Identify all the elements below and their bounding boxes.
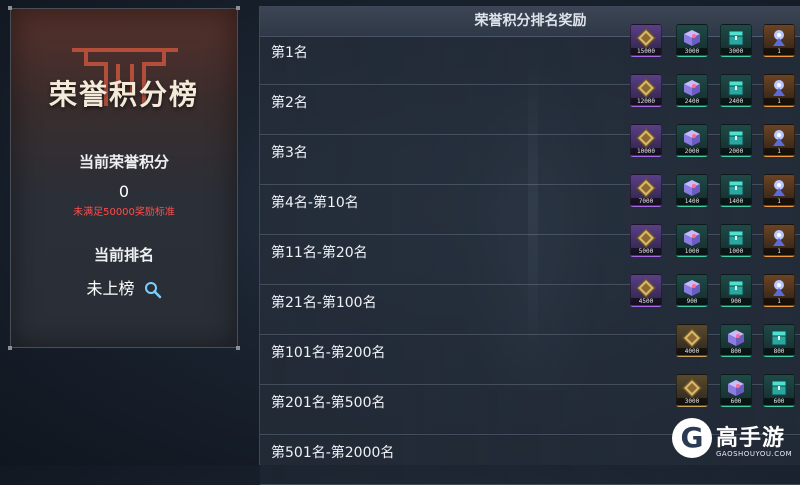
watermark-brand: 高手游 [716,426,786,451]
item-quantity: 2400 [721,98,751,106]
reward-item-medal[interactable]: 5000 [630,224,662,257]
reward-item-orb[interactable]: 1 [763,274,795,307]
reward-item-medal[interactable]: 4500 [630,274,662,307]
item-quantity: 3000 [721,48,751,56]
rank-label: 当前排名 [93,246,154,264]
reward-item-orb[interactable]: 1 [763,124,795,157]
reward-row: 第4名-第10名 7000 1400 1400 1 [260,174,800,235]
rank-range-label: 第501名-第2000名 [271,445,395,461]
reward-item-chest[interactable]: 600 [763,374,795,407]
rank-range-label: 第4名-第10名 [271,195,359,211]
reward-item-orb[interactable]: 1 [763,174,795,207]
ranking-rewards-panel: 荣誉积分排名奖励 第1名 15000 3000 3000 1 第2名 12000 2400 24… [259,6,800,485]
item-quantity: 1 [764,248,794,256]
corner-mark [8,6,12,10]
watermark-url: GAOSHOUYOU.COM [716,450,793,458]
rank-range-label: 第2名 [271,95,308,111]
item-quantity: 4000 [677,348,707,356]
item-quantity: 1000 [721,248,751,256]
reward-item-chest[interactable]: 2000 [720,124,752,157]
item-quantity: 4500 [631,298,661,306]
reward-item-medal[interactable]: 10000 [630,124,662,157]
page-title: 荣誉积分榜 [48,78,199,111]
item-quantity: 2000 [677,148,707,156]
watermark-logo: G 高手游 GAOSHOUYOU.COM [672,416,800,465]
rank-value-wrapper: 未上榜 [11,275,237,299]
corner-mark [236,346,240,350]
item-quantity: 2000 [721,148,751,156]
reward-row: 第21名-第100名 4500 900 900 1 [260,274,800,335]
reward-item-cube[interactable]: 1400 [676,174,708,207]
reward-item-cube[interactable]: 800 [720,324,752,357]
points-value: 0 [118,182,130,201]
item-quantity: 7000 [631,198,661,206]
reward-item-cube[interactable]: 2000 [676,124,708,157]
reward-row: 第101名-第200名 4000 800 800 [260,324,800,385]
magnifier-icon[interactable] [144,281,162,299]
reward-item-chest[interactable]: 1400 [720,174,752,207]
item-quantity: 10000 [631,148,661,156]
rank-value: 未上榜 [86,279,135,298]
item-quantity: 1000 [677,248,707,256]
rank-range-label: 第1名 [271,45,308,61]
item-quantity: 1400 [677,198,707,206]
item-quantity: 1 [764,198,794,206]
reward-row: 第11名-第20名 5000 1000 1000 1 [260,224,800,285]
item-quantity: 900 [721,298,751,306]
reward-item-chest[interactable]: 2400 [720,74,752,107]
reward-item-orb[interactable]: 1 [763,24,795,57]
watermark-badge-icon: G [672,418,712,458]
item-quantity: 15000 [631,48,661,56]
reward-item-medal[interactable]: 4000 [676,324,708,357]
reward-item-medal[interactable]: 15000 [630,24,662,57]
reward-item-chest[interactable]: 800 [763,324,795,357]
item-quantity: 3000 [677,398,707,406]
item-quantity: 12000 [631,98,661,106]
reward-row: 第3名 10000 2000 2000 1 [260,124,800,185]
item-quantity: 2400 [677,98,707,106]
points-warning: 未满足50000奖励标准 [73,207,175,218]
reward-item-medal[interactable]: 3000 [676,374,708,407]
rank-range-label: 第201名-第500名 [271,395,386,411]
item-quantity: 1 [764,48,794,56]
item-quantity: 3000 [677,48,707,56]
reward-item-cube[interactable]: 3000 [676,24,708,57]
item-quantity: 800 [764,348,794,356]
rank-range-label: 第101名-第200名 [271,345,386,361]
reward-item-chest[interactable]: 3000 [720,24,752,57]
rank-range-label: 第11名-第20名 [271,245,368,261]
item-quantity: 1400 [721,198,751,206]
reward-item-cube[interactable]: 1000 [676,224,708,257]
points-label: 当前荣誉积分 [78,153,169,171]
corner-mark [236,6,240,10]
reward-item-medal[interactable]: 12000 [630,74,662,107]
panel-title: 荣誉积分排名奖励 [260,6,800,37]
reward-item-cube[interactable]: 900 [676,274,708,307]
reward-item-cube[interactable]: 2400 [676,74,708,107]
item-quantity: 800 [721,348,751,356]
reward-item-chest[interactable]: 1000 [720,224,752,257]
reward-item-orb[interactable]: 1 [763,224,795,257]
reward-item-medal[interactable]: 7000 [630,174,662,207]
item-quantity: 1 [764,148,794,156]
reward-item-cube[interactable]: 600 [720,374,752,407]
item-quantity: 600 [721,398,751,406]
rank-range-label: 第3名 [271,145,308,161]
item-quantity: 1 [764,98,794,106]
item-quantity: 5000 [631,248,661,256]
corner-mark [8,346,12,350]
item-quantity: 900 [677,298,707,306]
reward-item-chest[interactable]: 900 [720,274,752,307]
reward-item-orb[interactable]: 1 [763,74,795,107]
honor-points-card: 荣誉积分榜 当前荣誉积分 0 未满足50000奖励标准 当前排名 未上榜 [8,6,240,350]
reward-row: 第2名 12000 2400 2400 1 [260,74,800,135]
item-quantity: 1 [764,298,794,306]
item-quantity: 600 [764,398,794,406]
rank-range-label: 第21名-第100名 [271,295,377,311]
reward-row: 第1名 15000 3000 3000 1 [260,24,800,85]
